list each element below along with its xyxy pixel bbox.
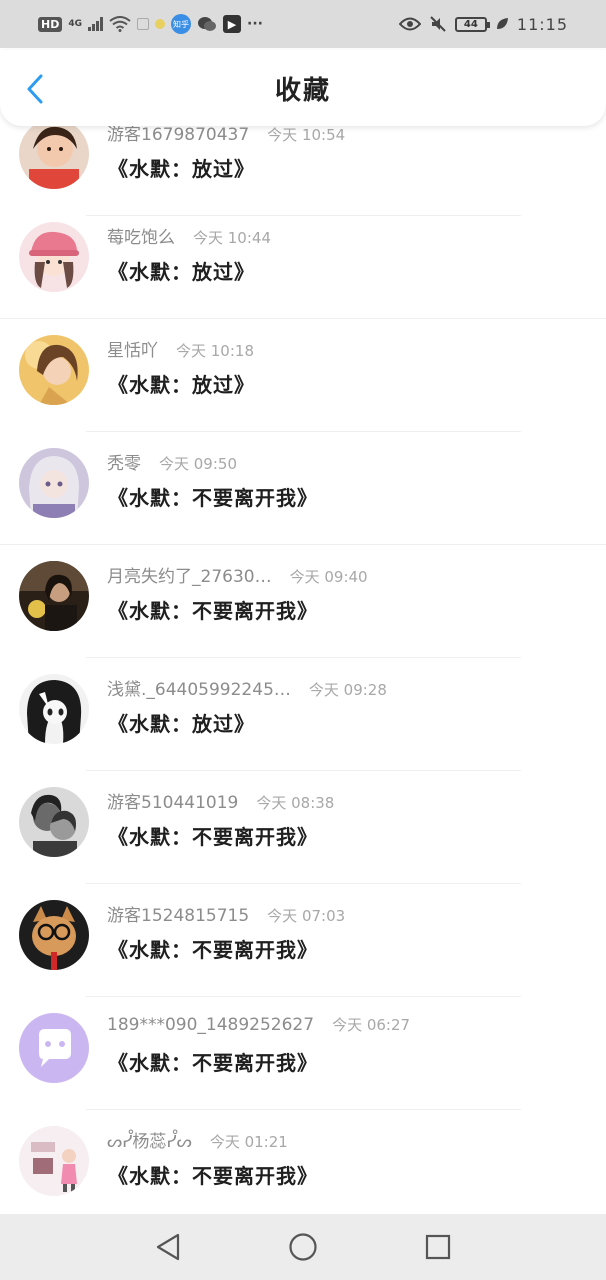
list-item[interactable]: 秃零 今天 09:50 《水默：不要离开我》 <box>0 432 606 545</box>
hd-badge: HD <box>38 16 63 32</box>
item-meta: 浅黛._64405992245… 今天 09:28 <box>107 675 387 700</box>
message-text: 《水默：不要离开我》 <box>108 486 318 510</box>
message-text: 《水默：放过》 <box>108 260 255 284</box>
list-item[interactable]: 游客1524815715 今天 07:03 《水默：不要离开我》 <box>0 884 606 997</box>
item-meta: ᔕᓮ杨蕊ᓮᔕ 今天 01:21 <box>107 1127 288 1152</box>
list-item[interactable]: 游客510441019 今天 08:38 《水默：不要离开我》 <box>0 771 606 884</box>
signal-icon <box>88 17 103 31</box>
username[interactable]: 游客1524815715 <box>107 901 249 926</box>
username[interactable]: 星恬吖 <box>107 336 158 361</box>
username[interactable]: 游客510441019 <box>107 788 238 813</box>
status-right: 44 11:15 <box>398 14 568 34</box>
sun-icon <box>155 19 165 29</box>
timestamp: 今天 09:28 <box>308 681 387 699</box>
timestamp: 今天 08:38 <box>256 794 335 812</box>
favorites-screen: 游客1679870437 今天 10:54 《水默：放过》 莓吃饱么 今天 10… <box>0 0 606 1280</box>
system-nav-bar <box>0 1214 606 1280</box>
list-item[interactable]: 189***090_1489252627 今天 06:27 《水默：不要离开我》 <box>0 997 606 1110</box>
timestamp: 今天 06:27 <box>332 1016 411 1034</box>
list-item[interactable]: 浅黛._64405992245… 今天 09:28 《水默：放过》 <box>0 658 606 771</box>
username[interactable]: 189***090_1489252627 <box>107 1015 314 1035</box>
message-text: 《水默：不要离开我》 <box>108 1051 318 1075</box>
username[interactable]: 浅黛._64405992245… <box>107 675 291 700</box>
back-button[interactable] <box>18 72 52 106</box>
message-text: 《水默：放过》 <box>108 157 255 181</box>
message-text: 《水默：不要离开我》 <box>108 1164 318 1188</box>
timestamp: 今天 01:21 <box>209 1133 288 1151</box>
battery-icon: 44 <box>454 16 490 32</box>
item-meta: 月亮失约了_27630… 今天 09:40 <box>107 562 368 587</box>
circle-home-icon <box>289 1233 317 1261</box>
message-text: 《水默：放过》 <box>108 373 255 397</box>
avatar[interactable] <box>19 222 89 292</box>
message-text: 《水默：不要离开我》 <box>108 825 318 849</box>
username[interactable]: 月亮失约了_27630… <box>107 562 272 587</box>
avatar[interactable] <box>19 119 89 189</box>
timestamp: 今天 10:44 <box>193 229 271 247</box>
username[interactable]: ᔕᓮ杨蕊ᓮᔕ <box>107 1127 192 1152</box>
avatar[interactable] <box>19 1126 89 1196</box>
timestamp: 今天 10:54 <box>267 126 346 144</box>
nav-back-button[interactable] <box>148 1227 188 1267</box>
chevron-left-icon <box>27 74 43 104</box>
nav-recent-button[interactable] <box>418 1227 458 1267</box>
avatar[interactable] <box>19 335 89 405</box>
timestamp: 今天 10:18 <box>176 342 254 360</box>
list-item[interactable]: ᔕᓮ杨蕊ᓮᔕ 今天 01:21 《水默：不要离开我》 <box>0 1110 606 1223</box>
list-item[interactable]: 星恬吖 今天 10:18 《水默：放过》 <box>0 319 606 432</box>
avatar[interactable] <box>19 674 89 744</box>
triangle-back-icon <box>156 1233 179 1261</box>
wechat-icon <box>198 17 216 31</box>
timestamp: 今天 09:40 <box>289 568 368 586</box>
avatar[interactable] <box>19 900 89 970</box>
wifi-icon <box>109 16 131 32</box>
item-meta: 游客1524815715 今天 07:03 <box>107 901 345 926</box>
message-text: 《水默：放过》 <box>108 712 255 736</box>
status-left: HD 4G 知乎 ▶ ··· <box>38 14 263 34</box>
username[interactable]: 秃零 <box>107 449 141 474</box>
avatar[interactable] <box>19 561 89 631</box>
item-meta: 星恬吖 今天 10:18 <box>107 336 254 361</box>
avatar[interactable] <box>19 787 89 857</box>
avatar[interactable] <box>19 1013 89 1083</box>
username[interactable]: 莓吃饱么 <box>107 223 175 248</box>
list-item[interactable]: 莓吃饱么 今天 10:44 《水默：放过》 <box>0 206 606 319</box>
page-title: 收藏 <box>274 75 331 106</box>
network-type: 4G <box>68 19 82 29</box>
list-item[interactable]: 月亮失约了_27630… 今天 09:40 《水默：不要离开我》 <box>0 545 606 658</box>
message-text: 《水默：不要离开我》 <box>108 938 318 962</box>
item-meta: 秃零 今天 09:50 <box>107 449 237 474</box>
avatar[interactable] <box>19 448 89 518</box>
zhihu-app-icon: 知乎 <box>171 14 191 34</box>
eye-icon <box>398 17 421 31</box>
item-meta: 189***090_1489252627 今天 06:27 <box>107 1014 410 1035</box>
timestamp: 今天 07:03 <box>267 907 346 925</box>
mute-icon <box>430 16 446 32</box>
timestamp: 今天 09:50 <box>159 455 237 473</box>
douyin-icon: ▶ <box>223 15 241 33</box>
notification-icon <box>137 18 149 30</box>
item-meta: 游客510441019 今天 08:38 <box>107 788 334 813</box>
top-app-bar: 收藏 <box>0 50 606 126</box>
status-bar: HD 4G 知乎 ▶ ··· 44 11:15 <box>0 0 606 48</box>
item-meta: 莓吃饱么 今天 10:44 <box>107 223 271 248</box>
message-text: 《水默：不要离开我》 <box>108 599 318 623</box>
square-recent-icon <box>426 1234 451 1260</box>
nav-home-button[interactable] <box>283 1227 323 1267</box>
more-notifications: ··· <box>247 16 263 32</box>
leaf-icon <box>496 18 508 29</box>
clock: 11:15 <box>516 14 568 34</box>
